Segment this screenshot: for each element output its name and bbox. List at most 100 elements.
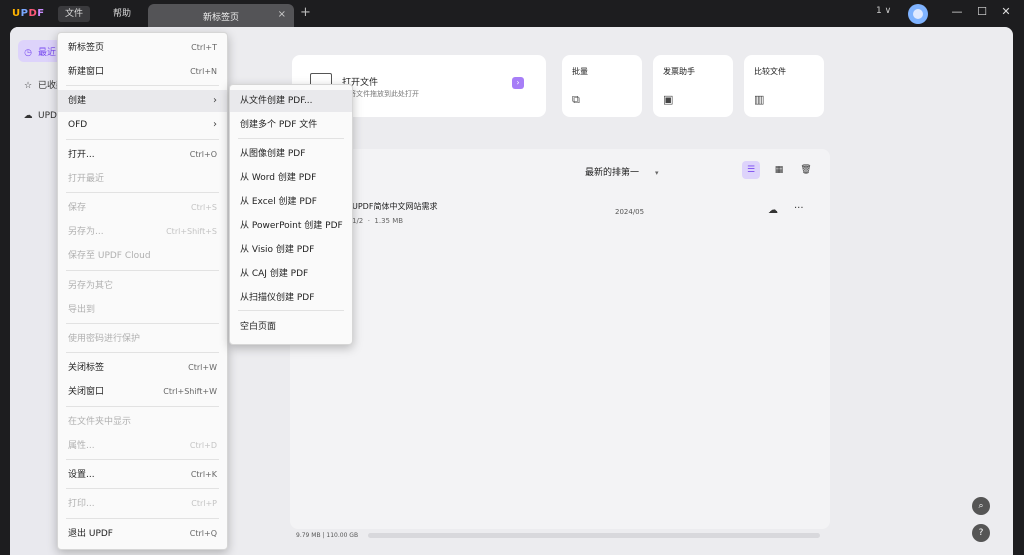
storage-bar	[368, 533, 820, 538]
add-tab-button[interactable]: +	[300, 5, 311, 20]
menu-item-label: 导出到	[68, 305, 96, 315]
open-file-subtitle: 或将文件拖放到此处打开	[342, 90, 419, 98]
menu-item-shortcut: Ctrl+T	[191, 43, 217, 52]
menu-item-label: 关闭窗口	[68, 387, 105, 397]
menu-item-label: 使用密码进行保护	[68, 334, 141, 344]
trash-icon[interactable]: 🗑	[797, 161, 815, 179]
avatar[interactable]	[908, 4, 928, 24]
menu-item-shortcut: Ctrl+P	[191, 499, 217, 508]
compare-title: 比较文件	[754, 67, 786, 76]
upload-cloud-icon[interactable]: ☁	[768, 205, 778, 216]
menu-item-label: 退出 UPDF	[68, 529, 113, 539]
menu-item-save-as[interactable]: 另存为... Ctrl+Shift+S	[58, 221, 227, 243]
create-item-blank-page[interactable]: 空白页面	[230, 316, 352, 338]
menu-item-protect-password[interactable]: 使用密码进行保护	[58, 328, 227, 350]
create-item-from-scanner[interactable]: 从扫描仪创建 PDF	[230, 287, 352, 309]
menu-item-new-tab[interactable]: 新标签页 Ctrl+T	[58, 37, 227, 59]
menu-item-print[interactable]: 打印... Ctrl+P	[58, 493, 227, 515]
chevron-right-icon: ›	[213, 119, 217, 130]
menu-item-label: 在文件夹中显示	[68, 417, 132, 427]
more-icon[interactable]: ···	[794, 203, 804, 214]
tab-close-icon[interactable]: ×	[278, 9, 286, 20]
home-content: 打开文件 或将文件拖放到此处打开 › 批量 ⧉ 发票助手 ▣ 比较文件 ▥ 最新…	[290, 27, 830, 555]
window-count-value: 1	[876, 6, 882, 16]
menu-item-shortcut: Ctrl+K	[190, 470, 217, 479]
list-view-icon[interactable]: ☰	[742, 161, 760, 179]
maximize-button[interactable]: ☐	[975, 5, 989, 19]
menu-separator	[66, 518, 219, 519]
file-name: UPDF简体中文网站需求	[352, 202, 438, 211]
menu-item-close-tab[interactable]: 关闭标签 Ctrl+W	[58, 357, 227, 379]
menu-item-label: 另存为...	[68, 227, 104, 237]
storage-text: 9.79 MB | 110.00 GB	[296, 532, 359, 539]
menu-item-label: 新建窗口	[68, 67, 105, 77]
menu-item-shortcut: Ctrl+O	[189, 150, 217, 159]
file-size: 1.35 MB	[374, 217, 404, 225]
create-item-from-file[interactable]: 从文件创建 PDF...	[230, 90, 352, 112]
menu-separator	[238, 138, 344, 139]
file-pages: 1/2	[352, 217, 364, 225]
updf-logo: UPDF	[12, 8, 45, 19]
menu-item-shortcut: Ctrl+S	[190, 203, 217, 212]
window-count[interactable]: 1 ∨	[876, 6, 891, 16]
menu-item-open[interactable]: 打开... Ctrl+O	[58, 144, 227, 166]
menu-item-show-in-folder[interactable]: 在文件夹中显示	[58, 411, 227, 433]
create-item-multiple-files[interactable]: 创建多个 PDF 文件	[230, 114, 352, 136]
menu-item-save-to-cloud[interactable]: 保存至 UPDF Cloud	[58, 245, 227, 267]
menu-item-label: 另存为其它	[68, 281, 114, 291]
close-window-button[interactable]: ✕	[999, 5, 1013, 19]
menu-file[interactable]: 文件	[58, 6, 91, 22]
menu-item-settings[interactable]: 设置... Ctrl+K	[58, 464, 227, 486]
clock-icon: ◷	[24, 48, 32, 58]
menu-item-export-to[interactable]: 导出到	[58, 299, 227, 321]
menu-item-save-as-other[interactable]: 另存为其它	[58, 275, 227, 297]
create-item-from-word[interactable]: 从 Word 创建 PDF	[230, 167, 352, 189]
open-file-arrow-icon[interactable]: ›	[512, 77, 524, 89]
menu-item-exit[interactable]: 退出 UPDF Ctrl+Q	[58, 523, 227, 545]
menu-item-shortcut: Ctrl+Shift+W	[163, 387, 217, 396]
menu-item-label: 保存至 UPDF Cloud	[68, 251, 151, 261]
menu-item-save[interactable]: 保存 Ctrl+S	[58, 197, 227, 219]
create-item-from-caj[interactable]: 从 CAJ 创建 PDF	[230, 263, 352, 285]
menu-item-properties[interactable]: 属性... Ctrl+D	[58, 435, 227, 457]
sidebar: ◷最近 ☆已收藏 ☁UPDF Cloud	[10, 27, 91, 555]
search-icon[interactable]: ⌕	[972, 497, 990, 515]
sidebar-item-recent[interactable]: ◷ 最近	[22, 45, 56, 58]
title-bar: UPDF 文件 帮助 新标签页 × + 1 ∨ — ☐ ✕	[0, 0, 1024, 27]
compare-card[interactable]: 比较文件 ▥	[744, 55, 824, 117]
recent-files-panel: 最新的排第一 ▾ ☰ ▦ 🗑 UPDF简体中文网站需求 1/2 · 1.35 MB…	[290, 149, 830, 529]
create-item-from-image[interactable]: 从图像创建 PDF	[230, 143, 352, 165]
menu-item-ofd[interactable]: OFD ›	[58, 114, 227, 136]
menu-item-label: 保存	[68, 203, 87, 213]
invoice-card[interactable]: 发票助手 ▣	[653, 55, 733, 117]
chevron-right-icon: ›	[213, 95, 217, 106]
compare-icon: ▥	[754, 93, 765, 106]
grid-view-icon[interactable]: ▦	[770, 161, 788, 179]
menu-help[interactable]: 帮助	[106, 6, 138, 22]
menu-item-label: 打印...	[68, 499, 95, 509]
menu-item-new-window[interactable]: 新建窗口 Ctrl+N	[58, 61, 227, 83]
menu-item-label: 关闭标签	[68, 363, 105, 373]
menu-separator	[66, 323, 219, 324]
menu-separator	[66, 270, 219, 271]
star-icon: ☆	[23, 81, 33, 91]
menu-item-open-recent[interactable]: 打开最近	[58, 168, 227, 190]
help-icon[interactable]: ?	[972, 524, 990, 542]
menu-item-label: 打开...	[68, 150, 95, 160]
create-item-from-powerpoint[interactable]: 从 PowerPoint 创建 PDF	[230, 215, 352, 237]
menu-separator	[66, 192, 219, 193]
menu-item-create[interactable]: 创建 ›	[58, 90, 227, 112]
create-submenu: 从文件创建 PDF... 创建多个 PDF 文件 从图像创建 PDF 从 Word 创…	[229, 84, 353, 345]
batch-card[interactable]: 批量 ⧉	[562, 55, 642, 117]
minimize-button[interactable]: —	[950, 5, 964, 19]
menu-separator	[238, 310, 344, 311]
list-item[interactable]: UPDF简体中文网站需求 1/2 · 1.35 MB 2024/05 ☁ ···	[310, 197, 820, 233]
tab-new[interactable]: 新标签页 ×	[148, 4, 294, 27]
menu-item-close-window[interactable]: 关闭窗口 Ctrl+Shift+W	[58, 381, 227, 403]
create-item-from-visio[interactable]: 从 Visio 创建 PDF	[230, 239, 352, 261]
sort-dropdown[interactable]: 最新的排第一 ▾	[585, 165, 659, 178]
menu-item-label: 创建	[68, 96, 87, 106]
file-menu: 新标签页 Ctrl+T 新建窗口 Ctrl+N 创建 › OFD › 打开... Ctrl+O 打开…	[57, 32, 228, 550]
create-item-from-excel[interactable]: 从 Excel 创建 PDF	[230, 191, 352, 213]
menu-separator	[66, 488, 219, 489]
